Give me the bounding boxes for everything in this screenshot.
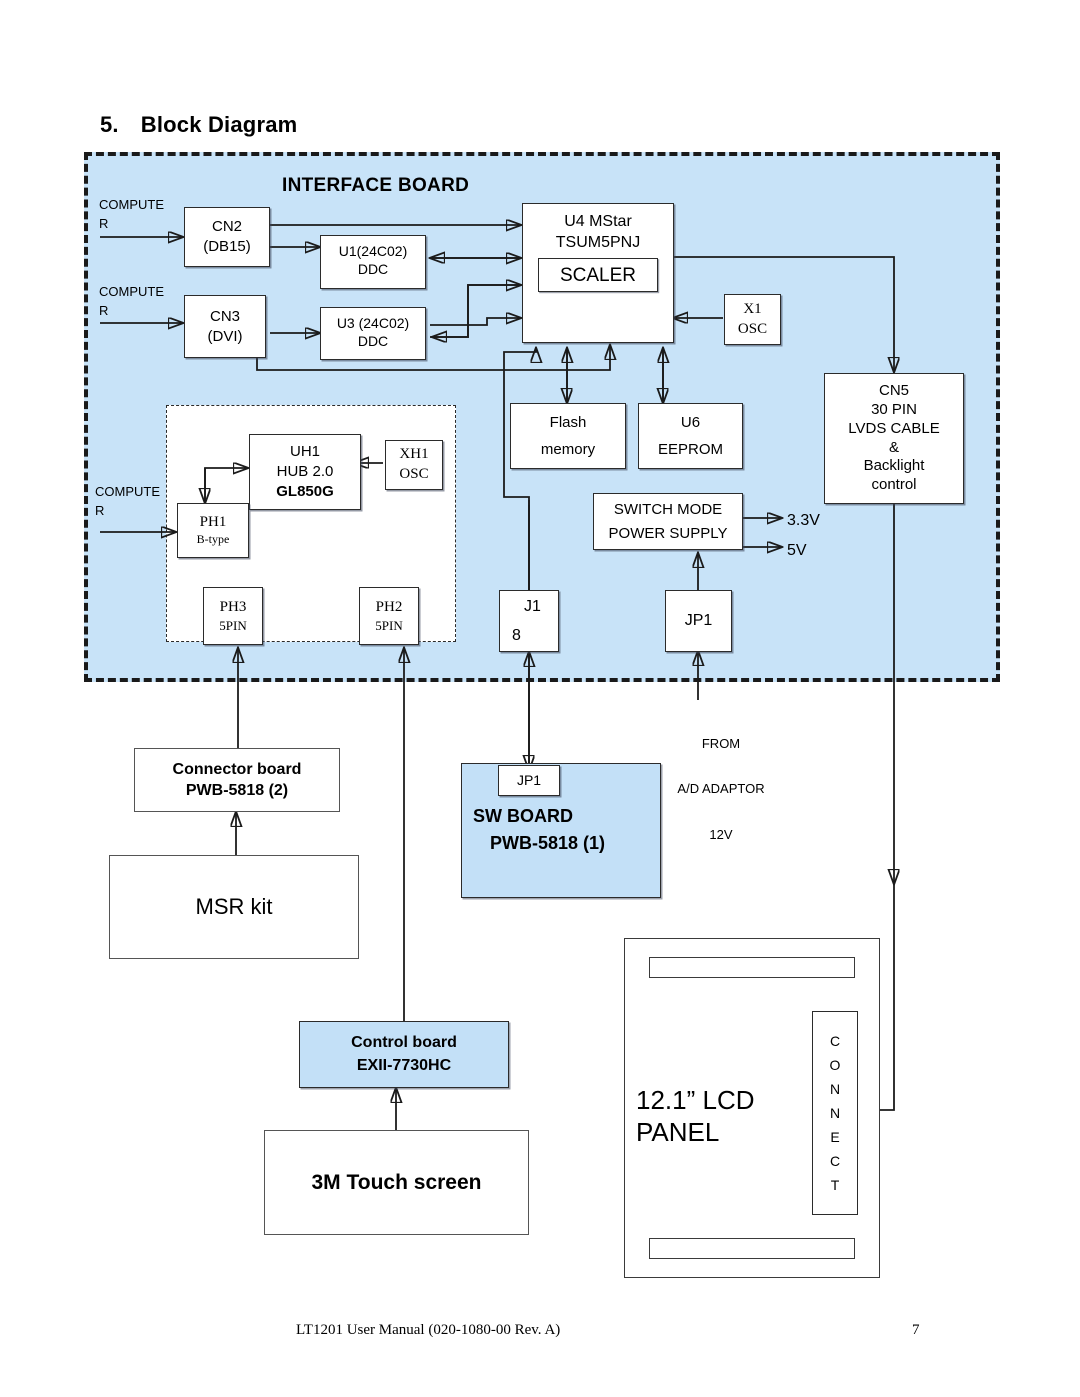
lcd-connector-letter: O (829, 1056, 841, 1073)
footer-page-number: 7 (912, 1322, 920, 1338)
block-flash-memory: Flash memory (510, 403, 626, 469)
power-rail-5v-label: 5V (787, 542, 807, 559)
interface-board-label: INTERFACE BOARD (282, 175, 470, 196)
block-ph3-5pin: PH3 5PIN (203, 587, 263, 645)
block-jp1-interface: JP1 (665, 590, 732, 652)
block-scaler: SCALER (538, 258, 658, 293)
footer-document-label: LT1201 User Manual (020-1080-00 Rev. A) (296, 1322, 561, 1338)
block-switch-mode-power-supply: SWITCH MODE POWER SUPPLY (593, 493, 743, 550)
page-canvas: 5. Block Diagram INTERFACE BOARD COMPUTE… (0, 0, 1080, 1397)
power-rail-3v3-label: 3.3V (787, 512, 820, 529)
input-label-computer-1: COMPUTE R (99, 197, 164, 231)
block-connector-board: Connector board PWB‑5818 (2) (134, 748, 340, 812)
sw-board-label: SW BOARD PWB-5818 (1) (473, 806, 606, 853)
block-x1-osc: X1 OSC (724, 294, 781, 345)
page-title: 5. Block Diagram (100, 112, 297, 138)
block-cn3: CN3 (DVI) (184, 295, 266, 358)
block-u4-mstar-scaler: U4 MStar TSUM5PNJ SCALER (522, 203, 674, 343)
lcd-connector: C O N N E C T (812, 1011, 858, 1215)
block-u6-eeprom: U6 EEPROM (638, 403, 743, 469)
block-u1-ddc: U1(24C02) DDC (320, 235, 426, 289)
block-3m-touch-screen: 3M Touch screen (264, 1130, 529, 1235)
block-ph1-btype: PH1 B-type (177, 503, 249, 558)
lcd-panel-label: 12.1” LCD PANEL (636, 1085, 755, 1147)
block-u3-ddc: U3 (24C02) DDC (320, 307, 426, 360)
input-label-computer-3: COMPUTE R (95, 484, 160, 518)
block-cn5-lvds-backlight: CN5 30 PIN LVDS CABLE & Backlight contro… (824, 373, 964, 504)
input-label-computer-2: COMPUTE R (99, 284, 164, 318)
lcd-connector-letter: T (830, 1177, 840, 1194)
lcd-connector-letter: C (829, 1153, 841, 1170)
block-uh1-hub: UH1 HUB 2.0 GL850G (249, 434, 361, 510)
block-jp1-sw-board: JP1 (498, 765, 560, 796)
block-j1: J1 8 (499, 590, 559, 652)
block-cn2: CN2 (DB15) (184, 207, 270, 267)
external-power-source-label: FROM A/D ADAPTOR 12V (677, 735, 765, 842)
block-xh1-osc: XH1 OSC (385, 440, 443, 490)
block-control-board: Control board EXII‑7730HC (299, 1021, 509, 1088)
lcd-connector-letter: C (829, 1032, 841, 1049)
block-msr-kit: MSR kit (109, 855, 359, 959)
lcd-connector-letter: N (829, 1104, 841, 1121)
block-ph2-5pin: PH2 5PIN (359, 587, 419, 645)
lcd-connector-letter: N (829, 1080, 841, 1097)
lcd-backlight-bar-bottom (649, 1238, 855, 1259)
page-title-number: 5. (100, 112, 119, 137)
lcd-backlight-bar-top (649, 957, 855, 978)
lcd-connector-letter: E (830, 1129, 840, 1146)
page-title-text: Block Diagram (140, 112, 298, 137)
